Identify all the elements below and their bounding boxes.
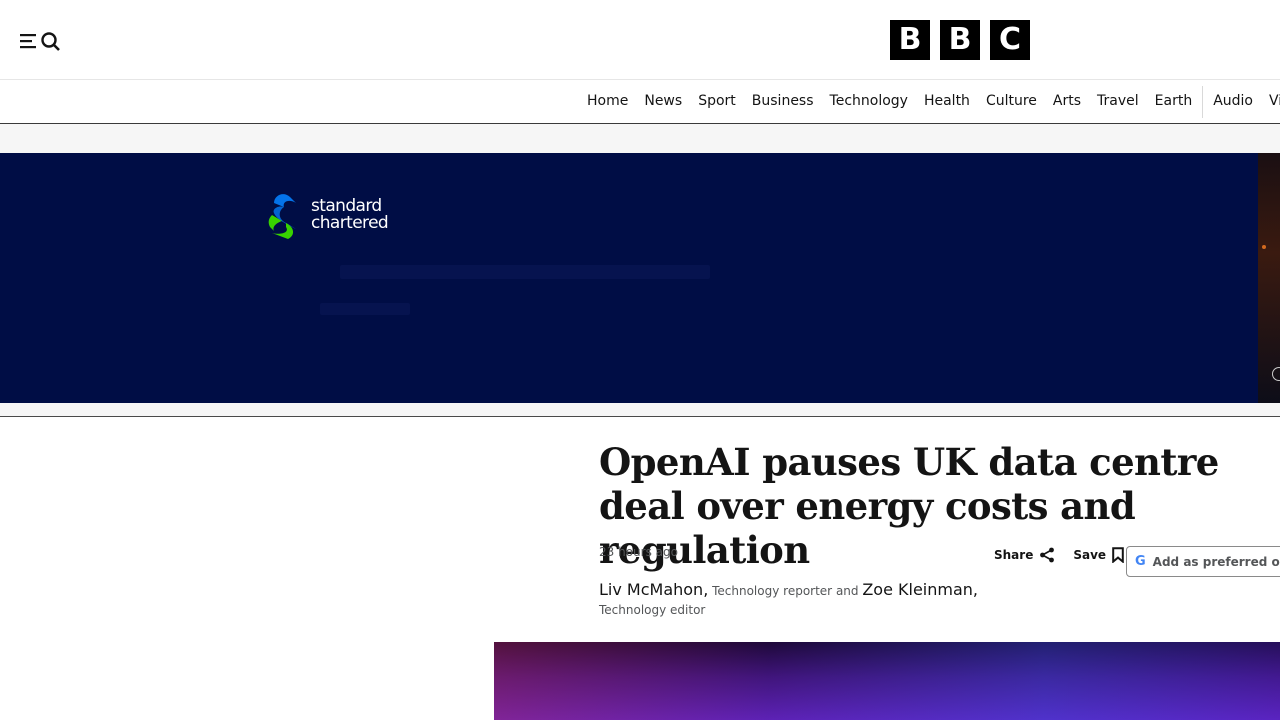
nav-item-video[interactable]: Video [1261, 80, 1280, 123]
article-byline: Liv McMahon, Technology reporter and Zoe… [599, 580, 1039, 620]
hero-image-glow [494, 642, 1280, 720]
ad-spacer [0, 124, 1280, 153]
byline-conjunction: and [835, 584, 859, 598]
logo-letter: C [990, 20, 1030, 60]
nav-item-earth[interactable]: Earth [1147, 80, 1201, 123]
advert-banner[interactable]: standard chartered [0, 153, 1280, 403]
google-icon: G [1135, 554, 1146, 569]
ad-side-light [1262, 245, 1266, 249]
article-timestamp: 23 hours ago [599, 545, 678, 559]
logo-letter: B [940, 20, 980, 60]
standard-chartered-logo: standard chartered [268, 189, 389, 241]
nav-item-health[interactable]: Health [916, 80, 978, 123]
ad-faint-text [340, 265, 710, 279]
share-label: Share [994, 548, 1034, 562]
ad-brand-line2: chartered [311, 213, 389, 233]
nav-item-culture[interactable]: Culture [978, 80, 1045, 123]
nav-divider [1202, 85, 1204, 118]
bbc-logo[interactable]: B B C [890, 20, 1030, 60]
article-hero-image [494, 642, 1280, 720]
nav-item-audio[interactable]: Audio [1205, 80, 1261, 123]
nav-item-news[interactable]: News [636, 80, 690, 123]
share-button[interactable]: Share [994, 547, 1055, 563]
menu-icon [20, 33, 40, 49]
save-button[interactable]: Save [1073, 547, 1124, 563]
standard-chartered-mark-icon [268, 194, 296, 239]
nav-item-home[interactable]: Home [579, 80, 636, 123]
search-icon [40, 31, 62, 51]
ad-faint-text [320, 303, 410, 315]
menu-search-button[interactable] [20, 28, 64, 54]
author-role: Technology reporter [712, 584, 833, 598]
add-preferred-source-button[interactable]: G Add as preferred on Google [1126, 546, 1280, 577]
nav-item-technology[interactable]: Technology [822, 80, 916, 123]
author-role: Technology editor [599, 603, 706, 617]
save-label: Save [1073, 548, 1107, 562]
preferred-label: Add as preferred on Google [1152, 554, 1280, 569]
nav-item-business[interactable]: Business [744, 80, 822, 123]
main-nav: Home News Sport Business Technology Heal… [0, 80, 1280, 124]
nav-item-travel[interactable]: Travel [1089, 80, 1147, 123]
author-name[interactable]: Zoe Kleinman, [862, 580, 978, 599]
ad-side-image [1258, 153, 1280, 403]
author-name[interactable]: Liv McMahon, [599, 580, 708, 599]
nav-item-arts[interactable]: Arts [1045, 80, 1089, 123]
nav-item-sport[interactable]: Sport [690, 80, 744, 123]
bookmark-icon [1112, 547, 1124, 563]
share-icon [1040, 547, 1055, 563]
ad-spacer [0, 403, 1280, 417]
ad-info-icon[interactable] [1272, 367, 1280, 381]
article-actions: Share Save [994, 547, 1142, 563]
logo-letter: B [890, 20, 930, 60]
masthead: B B C [0, 0, 1280, 80]
